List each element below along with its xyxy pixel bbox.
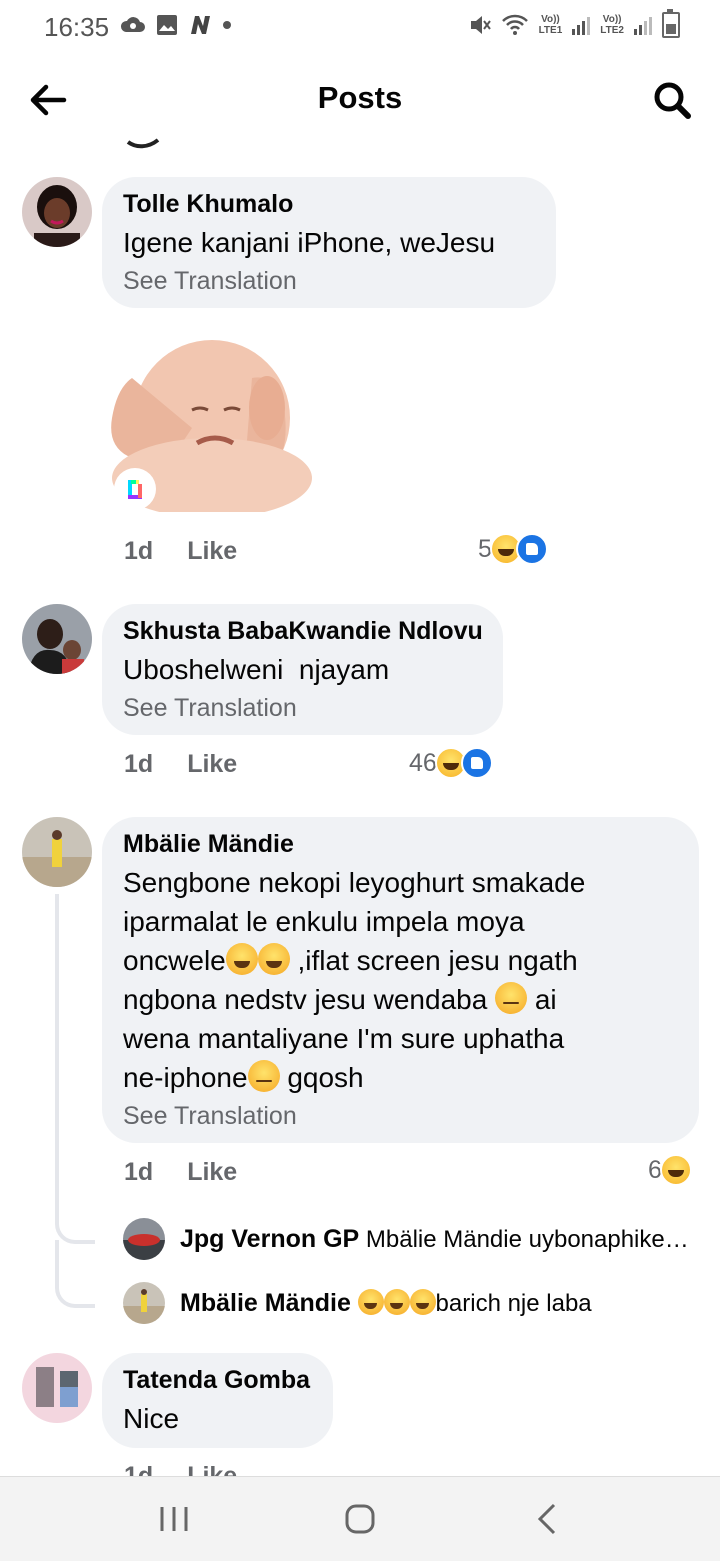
home-button[interactable] [340,1499,380,1539]
comment-author[interactable]: Tolle Khumalo [123,189,536,219]
cloud-sync-icon [120,17,145,32]
dot-icon [223,21,231,29]
page-title: Posts [317,80,403,115]
comment-meta: 1d Like [124,1158,237,1187]
comment-bubble[interactable]: Tolle Khumalo Igene kanjani iPhone, weJe… [102,177,556,308]
reply-text: barich nje laba [435,1290,592,1317]
like-button[interactable]: Like [187,1158,237,1186]
home-icon [345,1504,375,1534]
reply-preview[interactable]: Mbälie Mändie barich nje laba [180,1289,700,1318]
gallery-icon [157,15,177,35]
reaction-summary[interactable]: 6 [648,1154,692,1186]
joy-emoji-icon [357,1289,384,1315]
comment-bubble[interactable]: Skhusta BabaKwandie Ndlovu Uboshelweni n… [102,604,503,735]
downcast-sweat-emoji-icon [495,982,528,1014]
comment-timestamp[interactable]: 1d [124,1462,153,1476]
avatar[interactable] [22,604,92,674]
thread-connector [55,1240,95,1308]
mute-icon [470,16,491,34]
app-bar: Posts [0,56,720,146]
avatar[interactable] [22,1353,92,1423]
nav-back-button[interactable] [528,1499,568,1539]
comment-meta: 1d Like [124,537,237,566]
like-reaction-icon [515,533,548,565]
comment-timestamp[interactable]: 1d [124,750,153,778]
status-notification-icons [120,14,232,36]
n-app-icon [191,16,210,34]
reply-text: Mbälie Mändie uybonaphike… [365,1226,689,1253]
reaction-summary[interactable]: 46 [409,747,493,779]
recent-apps-icon [160,1507,188,1531]
haha-reaction-icon [659,1154,692,1186]
battery-icon [662,9,680,38]
comment-author[interactable]: Tatenda Gomba [123,1365,313,1395]
joy-emoji-icon [409,1289,436,1315]
sticker-badge [114,468,156,510]
comment-line: iparmalat le enkulu impela moya [123,906,525,937]
sim1-signal-icon [572,15,591,35]
reply-author[interactable]: Mbälie Mändie [180,1289,351,1317]
comment-bubble[interactable]: Tatenda Gomba Nice [102,1353,333,1448]
comment-text: Uboshelweni njayam [123,654,390,685]
avatar[interactable] [22,817,92,887]
avatar[interactable] [22,177,92,247]
see-translation-link[interactable]: See Translation [123,1101,679,1131]
wifi-icon [501,14,528,35]
comment-line: wena mantaliyane I'm sure uphatha [123,1023,565,1054]
comment-line: ne-iphone gqosh [123,1060,364,1093]
reply-preview[interactable]: Jpg Vernon GP Mbälie Mändie uybonaphike… [180,1225,700,1254]
thread-connector [55,1144,95,1244]
comment-text: Nice [123,1403,180,1434]
thread-line [55,894,59,1144]
rofl-emoji-icon [257,943,290,975]
status-time: 16:35 [44,12,110,42]
see-translation-link[interactable]: See Translation [123,693,483,723]
reaction-count: 46 [409,748,437,777]
comment-line: ngbona nedstv jesu wendaba ai [123,982,557,1015]
search-icon [654,82,691,119]
like-button[interactable]: Like [187,750,237,778]
system-navigation-bar [0,1476,720,1561]
rofl-emoji-icon [225,943,258,975]
comment-timestamp[interactable]: 1d [124,1158,153,1186]
comment-author[interactable]: Skhusta BabaKwandie Ndlovu [123,616,483,646]
comment-bubble[interactable]: Mbälie Mändie Sengbone nekopi leyoghurt … [102,817,699,1143]
search-button[interactable] [650,78,694,122]
reply-avatar[interactable] [123,1218,165,1260]
comment-meta: 1d Like [124,1462,237,1476]
comment-line: Sengbone nekopi leyoghurt smakade [123,867,586,898]
status-system-icons: Vo)) LTE1 Vo)) LTE2 [469,9,680,38]
reaction-summary[interactable]: 5 [478,533,548,565]
sim2-signal-icon [634,15,652,35]
status-bar: 16:35 Vo)) LTE1 Vo)) LTE2 [0,0,720,56]
comment-text: Sengbone nekopi leyoghurt smakade iparma… [123,863,679,1097]
sim1-indicator: Vo)) LTE1 [538,14,563,36]
reply-author[interactable]: Jpg Vernon GP [180,1225,359,1253]
thinking-emoji-icon [247,1060,280,1092]
sim2-indicator: Vo)) LTE2 [600,14,624,36]
comment-text: Igene kanjani iPhone, weJesu [123,227,496,258]
comment-timestamp[interactable]: 1d [124,537,153,565]
chevron-left-icon [537,1503,556,1535]
comment-line: oncwele ,iflat screen jesu ngath [123,943,578,976]
like-button[interactable]: Like [187,1462,237,1476]
comment-author[interactable]: Mbälie Mändie [123,829,679,859]
previous-comment-fragment [126,138,160,149]
see-translation-link[interactable]: See Translation [123,266,536,296]
like-button[interactable]: Like [187,537,237,565]
giphy-icon [128,480,142,499]
like-reaction-icon [460,747,493,779]
reply-avatar[interactable] [123,1282,165,1324]
comment-meta: 1d Like [124,750,237,779]
joy-emoji-icon [383,1289,410,1315]
recent-apps-button[interactable] [154,1499,194,1539]
